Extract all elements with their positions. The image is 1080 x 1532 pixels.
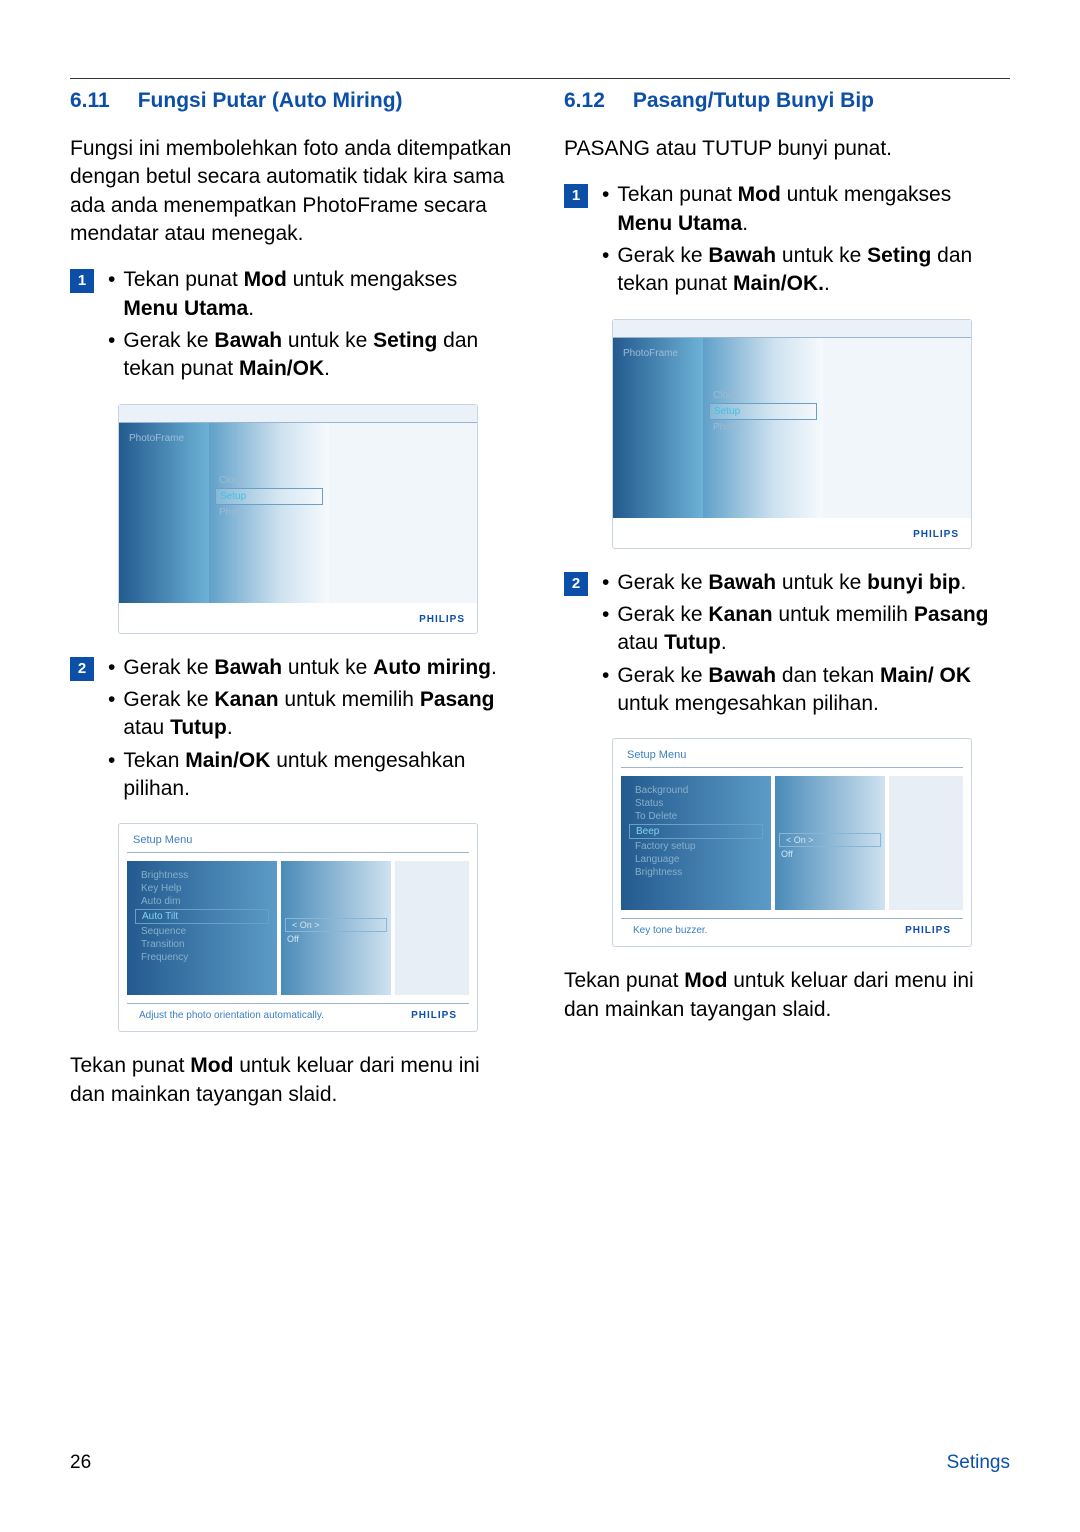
step-body: • Gerak ke Bawah untuk ke bunyi bip. • G… bbox=[602, 569, 1010, 719]
setup-menu-title: Setup Menu bbox=[613, 739, 971, 767]
bullet: • Gerak ke Bawah untuk ke Auto miring. bbox=[108, 654, 516, 682]
menu-item-auto-tilt: Auto Tilt bbox=[135, 909, 269, 924]
menu-item: Brightness bbox=[127, 869, 277, 882]
menu-item-setup: Setup bbox=[709, 403, 817, 420]
step-number-icon: 1 bbox=[70, 269, 94, 293]
menu-item: Brightness bbox=[621, 866, 771, 879]
setup-footer-text: Key tone buzzer. bbox=[633, 925, 708, 936]
option-off: Off bbox=[281, 933, 391, 945]
menu-item: Transition bbox=[127, 938, 277, 951]
menu-item: Frequency bbox=[127, 951, 277, 964]
right-column: 6.12 Pasang/Tutup Bunyi Bip PASANG atau … bbox=[564, 89, 1010, 1127]
bullet: • Tekan punat Mod untuk mengakses Menu U… bbox=[108, 266, 516, 323]
step-1: 1 • Tekan punat Mod untuk mengakses Menu… bbox=[70, 266, 516, 383]
step-number-icon: 2 bbox=[564, 572, 588, 596]
top-rule bbox=[70, 78, 1010, 79]
menu-item-photo: Photo bbox=[209, 505, 329, 520]
menu-item: Background bbox=[621, 784, 771, 797]
bullet: • Tekan punat Mod untuk mengakses Menu U… bbox=[602, 181, 1010, 238]
philips-logo: PHILIPS bbox=[913, 529, 959, 540]
section-title: Fungsi Putar (Auto Miring) bbox=[138, 89, 516, 113]
menu-item: Language bbox=[621, 853, 771, 866]
bullet: • Gerak ke Bawah untuk ke Seting dan tek… bbox=[602, 242, 1010, 299]
section-number: 6.11 bbox=[70, 89, 110, 113]
menu-item: Factory setup bbox=[621, 840, 771, 853]
menu-item-beep: Beep bbox=[629, 824, 763, 839]
philips-logo: PHILIPS bbox=[419, 614, 465, 625]
step-body: • Tekan punat Mod untuk mengakses Menu U… bbox=[602, 181, 1010, 298]
closing-paragraph: Tekan punat Mod untuk keluar dari menu i… bbox=[70, 1052, 516, 1109]
closing-paragraph: Tekan punat Mod untuk keluar dari menu i… bbox=[564, 967, 1010, 1024]
setup-menu-screenshot: Setup Menu Background Status To Delete B… bbox=[612, 738, 972, 947]
bullet: • Tekan Main/OK untuk mengesahkan piliha… bbox=[108, 747, 516, 804]
menu-item-clock: Clock bbox=[703, 388, 823, 403]
photoframe-label: PhotoFrame bbox=[129, 433, 184, 444]
menu-item: Key Help bbox=[127, 882, 277, 895]
menu-item: Auto dim bbox=[127, 895, 277, 908]
photoframe-menu-screenshot: PhotoFrame Clock Setup Photo PHILIPS bbox=[612, 319, 972, 549]
step-number-icon: 1 bbox=[564, 184, 588, 208]
menu-item: Sequence bbox=[127, 925, 277, 938]
menu-item: To Delete bbox=[621, 810, 771, 823]
philips-logo: PHILIPS bbox=[905, 925, 951, 936]
page-number: 26 bbox=[70, 1452, 91, 1474]
bullet: • Gerak ke Kanan untuk memilih Pasang at… bbox=[602, 601, 1010, 658]
setup-footer-text: Adjust the photo orientation automatical… bbox=[139, 1010, 324, 1021]
section-number: 6.12 bbox=[564, 89, 605, 113]
page-footer: 26 Setings bbox=[70, 1452, 1010, 1474]
setup-menu-screenshot: Setup Menu Brightness Key Help Auto dim … bbox=[118, 823, 478, 1032]
bullet: • Gerak ke Bawah dan tekan Main/ OK untu… bbox=[602, 662, 1010, 719]
step-2: 2 • Gerak ke Bawah untuk ke Auto miring.… bbox=[70, 654, 516, 804]
step-1: 1 • Tekan punat Mod untuk mengakses Menu… bbox=[564, 181, 1010, 298]
step-body: • Gerak ke Bawah untuk ke Auto miring. •… bbox=[108, 654, 516, 804]
option-on: < On > bbox=[779, 833, 881, 847]
photoframe-label: PhotoFrame bbox=[623, 348, 678, 359]
footer-section: Setings bbox=[947, 1452, 1010, 1474]
philips-logo: PHILIPS bbox=[411, 1010, 457, 1021]
menu-item-setup: Setup bbox=[215, 488, 323, 505]
menu-item-clock: Clock bbox=[209, 473, 329, 488]
section-heading-6-11: 6.11 Fungsi Putar (Auto Miring) bbox=[70, 89, 516, 113]
section-title: Pasang/Tutup Bunyi Bip bbox=[633, 89, 1010, 113]
bullet: • Gerak ke Bawah untuk ke bunyi bip. bbox=[602, 569, 1010, 597]
setup-menu-title: Setup Menu bbox=[119, 824, 477, 852]
step-2: 2 • Gerak ke Bawah untuk ke bunyi bip. •… bbox=[564, 569, 1010, 719]
bullet: • Gerak ke Kanan untuk memilih Pasang at… bbox=[108, 686, 516, 743]
section-heading-6-12: 6.12 Pasang/Tutup Bunyi Bip bbox=[564, 89, 1010, 113]
content-columns: 6.11 Fungsi Putar (Auto Miring) Fungsi i… bbox=[70, 89, 1010, 1127]
photoframe-menu-screenshot: PhotoFrame Clock Setup Photo PHILIPS bbox=[118, 404, 478, 634]
intro-paragraph: PASANG atau TUTUP bunyi punat. bbox=[564, 135, 1010, 163]
left-column: 6.11 Fungsi Putar (Auto Miring) Fungsi i… bbox=[70, 89, 516, 1127]
bullet: • Gerak ke Bawah untuk ke Seting dan tek… bbox=[108, 327, 516, 384]
step-number-icon: 2 bbox=[70, 657, 94, 681]
intro-paragraph: Fungsi ini membolehkan foto anda ditempa… bbox=[70, 135, 516, 248]
menu-item: Status bbox=[621, 797, 771, 810]
menu-item-photo: Photo bbox=[703, 420, 823, 435]
option-off: Off bbox=[775, 848, 885, 860]
option-on: < On > bbox=[285, 918, 387, 932]
step-body: • Tekan punat Mod untuk mengakses Menu U… bbox=[108, 266, 516, 383]
